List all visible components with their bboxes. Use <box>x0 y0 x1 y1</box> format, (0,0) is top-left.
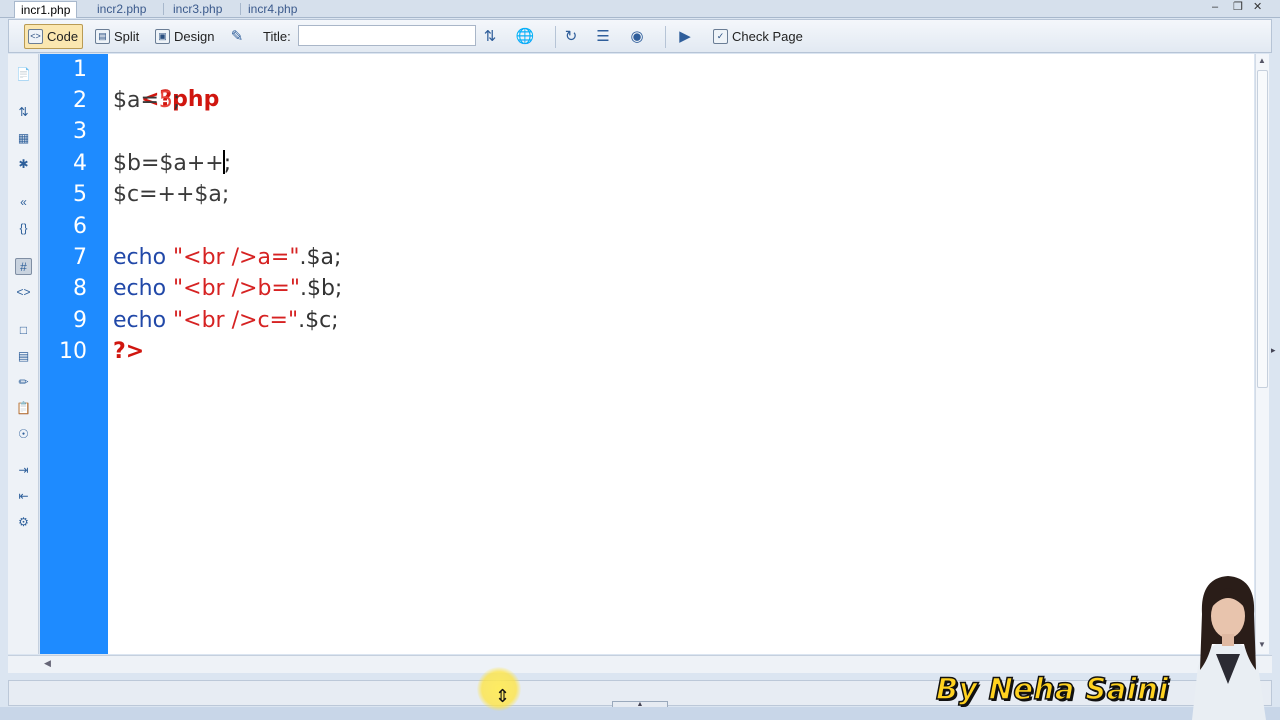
php-close-tag: ?> <box>113 339 145 364</box>
code-token: .$c; <box>298 308 339 333</box>
code-token: ; <box>172 88 181 113</box>
tab-incr4[interactable]: incr4.php <box>242 1 303 18</box>
echo-keyword: echo <box>113 308 167 333</box>
indent-code-icon[interactable]: ⇥ <box>15 462 32 479</box>
scroll-up-icon[interactable]: ▲ <box>1258 56 1266 65</box>
horizontal-scrollbar[interactable]: ◀ <box>8 655 1272 673</box>
line-number: 2 <box>73 88 87 113</box>
resize-cursor-icon: ⇕ <box>495 686 511 706</box>
panel-expand-icon[interactable]: ▸ <box>1271 320 1280 380</box>
format-source-icon[interactable]: ⚙ <box>15 514 32 531</box>
code-token: $a= <box>113 88 159 113</box>
split-view-icon: ▤ <box>95 29 110 44</box>
document-toolbar: <> Code ▤ Split ▣ Design ✎ Title: ⇅ 🌐 ↻ … <box>8 19 1272 53</box>
refresh-icon[interactable]: ↻ <box>561 27 581 47</box>
properties-panel-edge <box>0 707 1280 720</box>
check-page-button[interactable]: ✓ Check Page <box>709 24 809 49</box>
check-page-label: Check Page <box>732 29 803 44</box>
code-line-1[interactable]: <?php <box>113 55 219 112</box>
recent-snippets-icon[interactable]: 📋 <box>15 400 32 417</box>
coding-toolbar: 📄 ⇅ ▦ ✱ « {} # <> □ ▤ ✏ 📋 ☉ ⇥ ⇤ ⚙ <box>8 54 39 654</box>
validate-markup-icon[interactable]: ▶ <box>675 27 695 47</box>
split-view-label: Split <box>114 29 140 44</box>
expand-all-icon[interactable]: ✱ <box>15 156 32 173</box>
string-literal: "<br />a=" <box>166 245 300 270</box>
remove-comment-icon[interactable]: ▤ <box>15 348 32 365</box>
line-number: 4 <box>73 151 87 176</box>
presenter-avatar <box>1192 576 1266 720</box>
line-number: 9 <box>73 308 87 333</box>
scrollbar-thumb[interactable] <box>1257 70 1268 388</box>
code-token: .$a; <box>299 245 342 270</box>
document-tab-bar: incr1.php incr2.php incr3.php incr4.php … <box>0 0 1280 18</box>
tab-divider <box>163 3 164 15</box>
echo-keyword: echo <box>113 245 167 270</box>
line-number: 8 <box>73 276 87 301</box>
echo-keyword: echo <box>113 276 167 301</box>
move-css-icon[interactable]: ☉ <box>15 426 32 443</box>
title-input[interactable] <box>298 25 476 46</box>
line-number: 1 <box>73 57 87 82</box>
code-line-7[interactable]: echo "<br />a=".$a; <box>113 243 341 273</box>
open-documents-icon[interactable]: 📄 <box>15 66 32 83</box>
code-view-icon: <> <box>28 29 43 44</box>
restore-icon[interactable]: ❐ <box>1233 0 1243 14</box>
highlight-invalid-code-icon[interactable]: <> <box>15 284 32 301</box>
code-line-2[interactable]: $a=5; <box>113 86 180 116</box>
code-line-4[interactable]: $b=$a++; <box>113 149 231 179</box>
design-view-icon: ▣ <box>155 29 170 44</box>
apply-comment-icon[interactable]: □ <box>15 322 32 339</box>
tab-incr1[interactable]: incr1.php <box>14 1 78 18</box>
wrap-tag-icon[interactable]: ✏ <box>15 374 32 391</box>
code-line-9[interactable]: echo "<br />c=".$c; <box>113 306 339 336</box>
split-view-button[interactable]: ▤ Split <box>91 24 143 49</box>
line-number: 10 <box>59 339 87 364</box>
toolbar-divider <box>555 26 556 48</box>
select-parent-tag-icon[interactable]: « <box>15 194 32 211</box>
code-line-8[interactable]: echo "<br />b=".$b; <box>113 274 342 304</box>
preview-globe-icon[interactable]: 🌐 <box>515 27 535 47</box>
toolbar-divider <box>665 26 666 48</box>
line-number-gutter: 1 2 3 4 5 6 7 8 9 10 <box>40 54 108 654</box>
code-line-10[interactable]: ?> <box>113 337 144 367</box>
balance-braces-icon[interactable]: {} <box>15 220 32 237</box>
code-token: .$b; <box>299 276 343 301</box>
minimize-icon[interactable]: – <box>1212 0 1218 14</box>
check-page-icon: ✓ <box>713 29 728 44</box>
design-view-button[interactable]: ▣ Design <box>151 24 217 49</box>
string-literal: "<br />b=" <box>166 276 300 301</box>
tab-incr3[interactable]: incr3.php <box>167 1 228 18</box>
line-numbers-icon[interactable]: # <box>15 258 32 275</box>
vertical-scrollbar[interactable]: ▲ ▼ <box>1255 54 1269 654</box>
line-number: 6 <box>73 214 87 239</box>
number-literal: 5 <box>158 88 173 113</box>
live-code-icon[interactable]: ✎ <box>227 27 247 47</box>
title-label: Title: <box>263 29 291 44</box>
code-token: ; <box>223 151 232 176</box>
line-number: 7 <box>73 245 87 270</box>
code-token: $c=++$a; <box>113 182 230 207</box>
line-number: 3 <box>73 119 87 144</box>
visual-aids-icon[interactable]: ◉ <box>627 27 647 47</box>
collapse-selection-icon[interactable]: ▦ <box>15 130 32 147</box>
string-literal: "<br />c=" <box>166 308 299 333</box>
code-view-button[interactable]: <> Code <box>24 24 83 49</box>
scroll-left-icon[interactable]: ◀ <box>44 658 51 669</box>
outdent-code-icon[interactable]: ⇤ <box>15 488 32 505</box>
collapse-tag-icon[interactable]: ⇅ <box>15 104 32 121</box>
file-transfer-icon[interactable]: ⇅ <box>480 27 500 47</box>
design-view-label: Design <box>174 29 215 44</box>
code-line-5[interactable]: $c=++$a; <box>113 180 229 210</box>
watermark-text: By Neha Saini <box>935 671 1169 707</box>
line-number: 5 <box>73 182 87 207</box>
code-editor[interactable]: <?php $a=5; $b=$a++; $c=++$a; echo "<br … <box>108 54 1254 654</box>
tab-incr2[interactable]: incr2.php <box>91 1 152 18</box>
view-options-icon[interactable]: ☰ <box>593 27 613 47</box>
tab-divider <box>240 3 241 15</box>
close-icon[interactable]: ✕ <box>1253 0 1262 14</box>
code-token: $b=$a++ <box>113 151 224 176</box>
code-view-label: Code <box>47 29 79 44</box>
